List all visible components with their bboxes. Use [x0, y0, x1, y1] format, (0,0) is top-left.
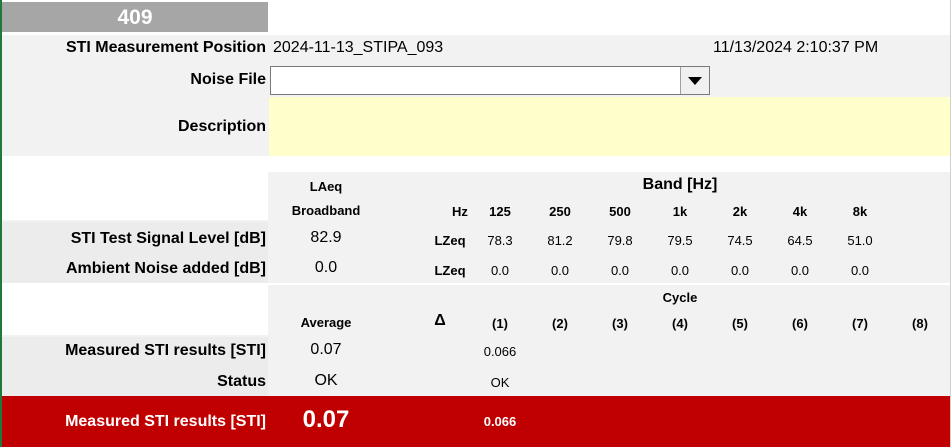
ambient-noise-label: Ambient Noise added [dB]	[65, 260, 266, 277]
cycle-6-header: (6)	[792, 316, 808, 331]
noise-file-select[interactable]	[270, 66, 710, 95]
position-label: STI Measurement Position	[65, 39, 266, 56]
levels-blank-cell	[2, 172, 268, 220]
cycle-3-header: (3)	[612, 316, 628, 331]
noise-file-dropdown-button[interactable]	[680, 67, 709, 94]
cycle-5-header: (5)	[732, 316, 748, 331]
signal-1k: 79.5	[667, 233, 693, 248]
band-header: Band [Hz]	[642, 176, 718, 193]
noise-4k: 0.0	[790, 263, 810, 278]
signal-8k: 51.0	[847, 233, 873, 248]
noise-unit: LZeq	[434, 263, 466, 278]
signal-250: 81.2	[547, 233, 573, 248]
band-125: 125	[489, 204, 511, 219]
cycle-4-header: (4)	[672, 316, 688, 331]
results-blank-cell	[2, 285, 268, 335]
measured-sti-label: Measured STI results [STI]	[65, 342, 266, 359]
band-250: 250	[549, 204, 571, 219]
signal-level-label: STI Test Signal Level [dB]	[70, 230, 266, 247]
chevron-down-icon	[688, 76, 702, 85]
noise-250: 0.0	[550, 263, 570, 278]
noise-500: 0.0	[610, 263, 630, 278]
description-label: Description	[177, 118, 266, 135]
signal-unit: LZeq	[434, 233, 466, 248]
band-8k: 8k	[852, 204, 868, 219]
average-header: Average	[300, 315, 352, 330]
signal-500: 79.8	[607, 233, 633, 248]
summary-label: Measured STI results [STI]	[65, 413, 266, 430]
band-500: 500	[609, 204, 631, 219]
measured-sti-cycle-1: 0.066	[483, 344, 517, 359]
status-average: OK	[314, 372, 338, 389]
status-label: Status	[217, 373, 266, 390]
signal-broadband: 82.9	[310, 229, 342, 246]
noise-125: 0.0	[490, 263, 510, 278]
hz-label: Hz	[452, 204, 468, 219]
noise-1k: 0.0	[670, 263, 690, 278]
measured-sti-average: 0.07	[310, 341, 342, 358]
noise-broadband: 0.0	[314, 259, 338, 276]
noise-2k: 0.0	[730, 263, 750, 278]
summary-average: 0.07	[302, 406, 350, 433]
signal-4k: 64.5	[787, 233, 813, 248]
cycle-1-header: (1)	[492, 316, 508, 331]
description-input[interactable]	[269, 97, 950, 156]
cycle-7-header: (7)	[852, 316, 868, 331]
signal-2k: 74.5	[727, 233, 753, 248]
cycle-header: Cycle	[662, 290, 698, 305]
delta-header: Δ	[434, 312, 446, 329]
laeq-header: LAeq	[309, 179, 343, 194]
band-2k: 2k	[732, 204, 748, 219]
noise-file-label: Noise File	[190, 71, 266, 88]
position-value[interactable]: 2024-11-13_STIPA_093	[273, 39, 443, 57]
cycle-8-header: (8)	[912, 316, 928, 331]
timestamp: 11/13/2024 2:10:37 PM	[713, 39, 879, 56]
band-4k: 4k	[792, 204, 808, 219]
broadband-header: Broadband	[291, 203, 361, 218]
noise-8k: 0.0	[850, 263, 870, 278]
summary-cycle-1: 0.066	[483, 414, 517, 429]
measurement-id: 409	[2, 2, 268, 32]
band-1k: 1k	[672, 204, 688, 219]
status-cycle-1: OK	[490, 375, 510, 390]
signal-125: 78.3	[487, 233, 513, 248]
cycle-2-header: (2)	[552, 316, 568, 331]
